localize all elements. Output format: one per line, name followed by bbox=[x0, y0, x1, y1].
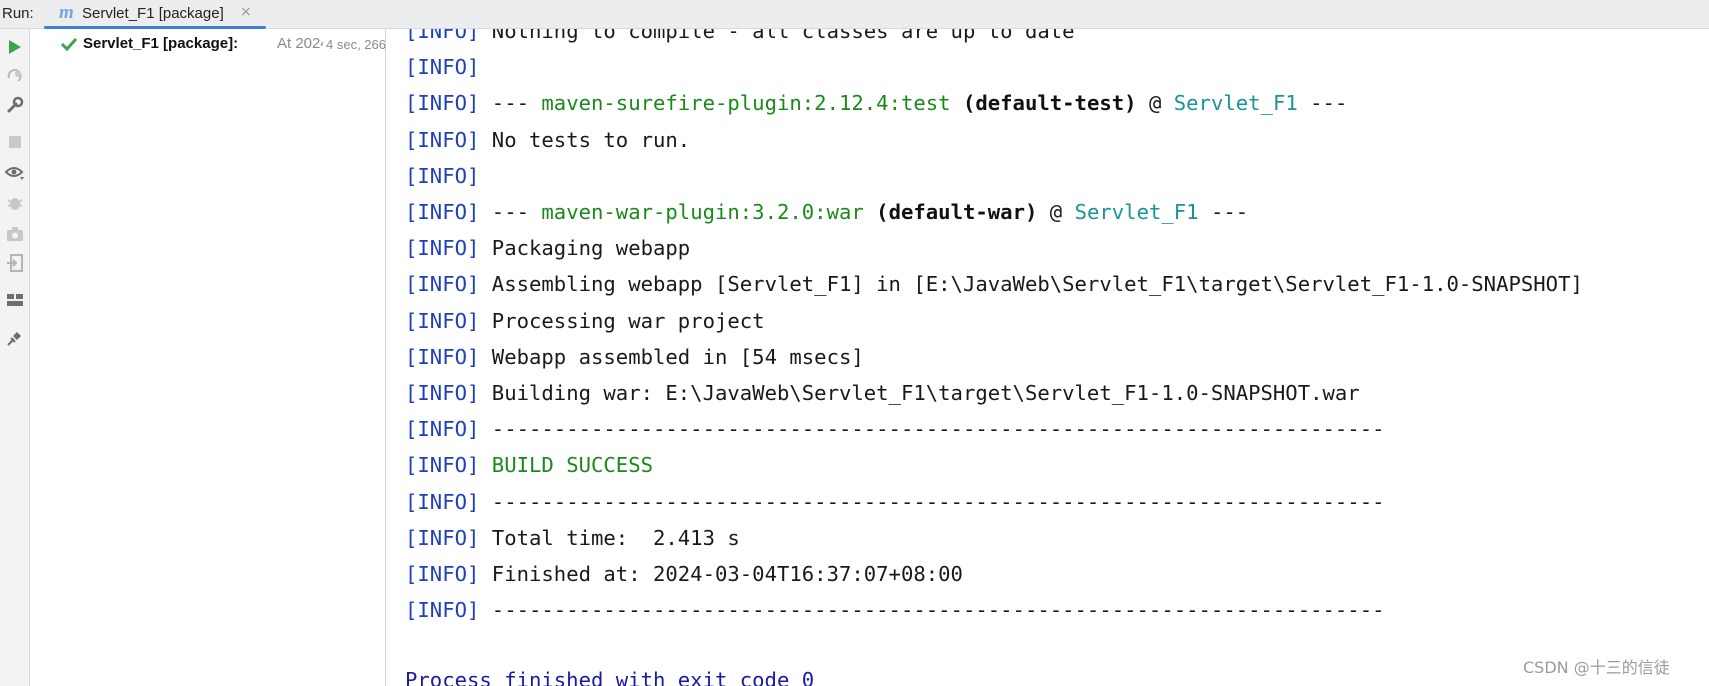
console-line: [INFO] Assembling webapp [Servlet_F1] in… bbox=[405, 269, 1583, 299]
console-line: [INFO] BUILD SUCCESS bbox=[405, 450, 653, 480]
console-line: [INFO] Processing war project bbox=[405, 306, 765, 336]
execution-id: (default-war) bbox=[863, 200, 1038, 224]
separator-text: --- bbox=[479, 200, 542, 224]
at-sign: @ bbox=[1037, 200, 1075, 224]
log-message: Webapp assembled in [54 msecs] bbox=[479, 344, 864, 369]
console-line: [INFO] No tests to run. bbox=[405, 125, 690, 155]
maven-icon: m bbox=[59, 2, 74, 23]
run-tool-window-header: Run: m Servlet_F1 [package] × bbox=[0, 0, 1709, 29]
execution-id: (default-test) bbox=[950, 91, 1137, 116]
debug-icon[interactable] bbox=[3, 191, 27, 215]
console-line: [INFO] Total time: 2.413 s bbox=[405, 523, 740, 553]
log-level: [INFO] bbox=[405, 489, 480, 514]
exit-icon[interactable] bbox=[3, 251, 27, 275]
console-line: [INFO] Packaging webapp bbox=[405, 233, 690, 263]
csdn-watermark: CSDN @十三的信徒 bbox=[1523, 658, 1670, 677]
settings-wrench-icon[interactable] bbox=[3, 93, 27, 117]
log-level: [INFO] bbox=[405, 417, 480, 442]
separator-text: --- bbox=[1198, 200, 1249, 224]
log-message: ----------------------------------------… bbox=[479, 598, 1385, 623]
tree-item-duration: 4 sec, 266 ms bbox=[326, 37, 386, 52]
log-message: Processing war project bbox=[479, 308, 765, 333]
eye-icon[interactable] bbox=[3, 161, 27, 185]
console-line: [INFO] --- maven-war-plugin:3.2.0:war (d… bbox=[405, 197, 1248, 227]
log-level: [INFO] bbox=[405, 91, 480, 116]
tab-label: Servlet_F1 [package] bbox=[82, 5, 224, 22]
run-toolbar bbox=[0, 29, 30, 686]
console-line: [INFO] Webapp assembled in [54 msecs] bbox=[405, 342, 864, 372]
close-icon[interactable]: × bbox=[240, 4, 252, 20]
run-label: Run: bbox=[2, 5, 34, 22]
tree-item-servlet-f1-package[interactable]: Servlet_F1 [package]: At 2024 4 sec, 266… bbox=[61, 34, 386, 56]
log-level: [INFO] bbox=[405, 525, 480, 550]
camera-icon[interactable] bbox=[3, 222, 27, 246]
log-level: [INFO] bbox=[405, 55, 480, 80]
console-line: [INFO] bbox=[405, 161, 479, 191]
log-level: [INFO] bbox=[405, 29, 480, 43]
run-tree-panel: Servlet_F1 [package]: At 2024 4 sec, 266… bbox=[31, 29, 386, 686]
console-line: [INFO] Finished at: 2024-03-04T16:37:07+… bbox=[405, 559, 963, 589]
tree-item-status: At 2024 bbox=[277, 35, 323, 52]
exit-code-line: Process finished with exit code 0 bbox=[405, 668, 815, 686]
rerun-icon[interactable] bbox=[3, 35, 27, 59]
log-level: [INFO] bbox=[405, 127, 480, 152]
console-line: [INFO] --- maven-surefire-plugin:2.12.4:… bbox=[405, 88, 1347, 118]
log-message: Packaging webapp bbox=[479, 236, 691, 261]
log-message: Nothing to compile - all classes are up … bbox=[479, 29, 1075, 43]
project-name: Servlet_F1 bbox=[1173, 91, 1298, 116]
log-message: Building war: E:\JavaWeb\Servlet_F1\targ… bbox=[479, 381, 1360, 405]
console-line: [INFO] ---------------------------------… bbox=[405, 414, 1385, 444]
log-level: [INFO] bbox=[405, 381, 480, 405]
log-level: [INFO] bbox=[405, 453, 480, 478]
log-message: Assembling webapp [Servlet_F1] in [E:\Ja… bbox=[479, 272, 1583, 297]
plugin-goal: maven-war-plugin:3.2.0:war bbox=[541, 200, 864, 224]
rerun-failed-icon[interactable] bbox=[3, 63, 27, 87]
log-level: [INFO] bbox=[405, 562, 480, 586]
console-line: [INFO] bbox=[405, 52, 479, 82]
log-level: [INFO] bbox=[405, 308, 480, 333]
console-line: [INFO] Nothing to compile - all classes … bbox=[405, 29, 1075, 46]
layout-icon[interactable] bbox=[3, 288, 27, 312]
tree-item-name: Servlet_F1 [package]: bbox=[83, 35, 239, 52]
plugin-goal: maven-surefire-plugin:2.12.4:test bbox=[541, 91, 951, 116]
log-message: ----------------------------------------… bbox=[479, 417, 1385, 442]
log-level: [INFO] bbox=[405, 272, 480, 297]
console-output[interactable]: [INFO] Nothing to compile - all classes … bbox=[387, 29, 1709, 686]
pin-icon[interactable] bbox=[3, 326, 27, 350]
log-message: No tests to run. bbox=[479, 127, 691, 152]
log-message: Total time: 2.413 s bbox=[479, 525, 740, 550]
build-status: BUILD SUCCESS bbox=[479, 453, 653, 478]
separator-text: --- bbox=[479, 91, 542, 116]
project-name: Servlet_F1 bbox=[1074, 200, 1199, 224]
log-level: [INFO] bbox=[405, 344, 480, 369]
check-icon bbox=[61, 36, 78, 55]
console-line: [INFO] ---------------------------------… bbox=[405, 487, 1385, 517]
tab-servlet-f1-package[interactable]: m Servlet_F1 [package] × bbox=[44, 0, 266, 29]
stop-icon[interactable] bbox=[3, 130, 27, 154]
console-line: [INFO] Building war: E:\JavaWeb\Servlet_… bbox=[405, 378, 1360, 408]
log-level: [INFO] bbox=[405, 200, 480, 224]
separator-text: --- bbox=[1297, 91, 1348, 116]
log-level: [INFO] bbox=[405, 236, 480, 261]
at-sign: @ bbox=[1136, 91, 1174, 116]
log-level: [INFO] bbox=[405, 598, 480, 623]
console-line: [INFO] ---------------------------------… bbox=[405, 595, 1385, 625]
log-message: ----------------------------------------… bbox=[479, 489, 1385, 514]
log-message: Finished at: 2024-03-04T16:37:07+08:00 bbox=[479, 562, 963, 586]
log-level: [INFO] bbox=[405, 163, 480, 188]
